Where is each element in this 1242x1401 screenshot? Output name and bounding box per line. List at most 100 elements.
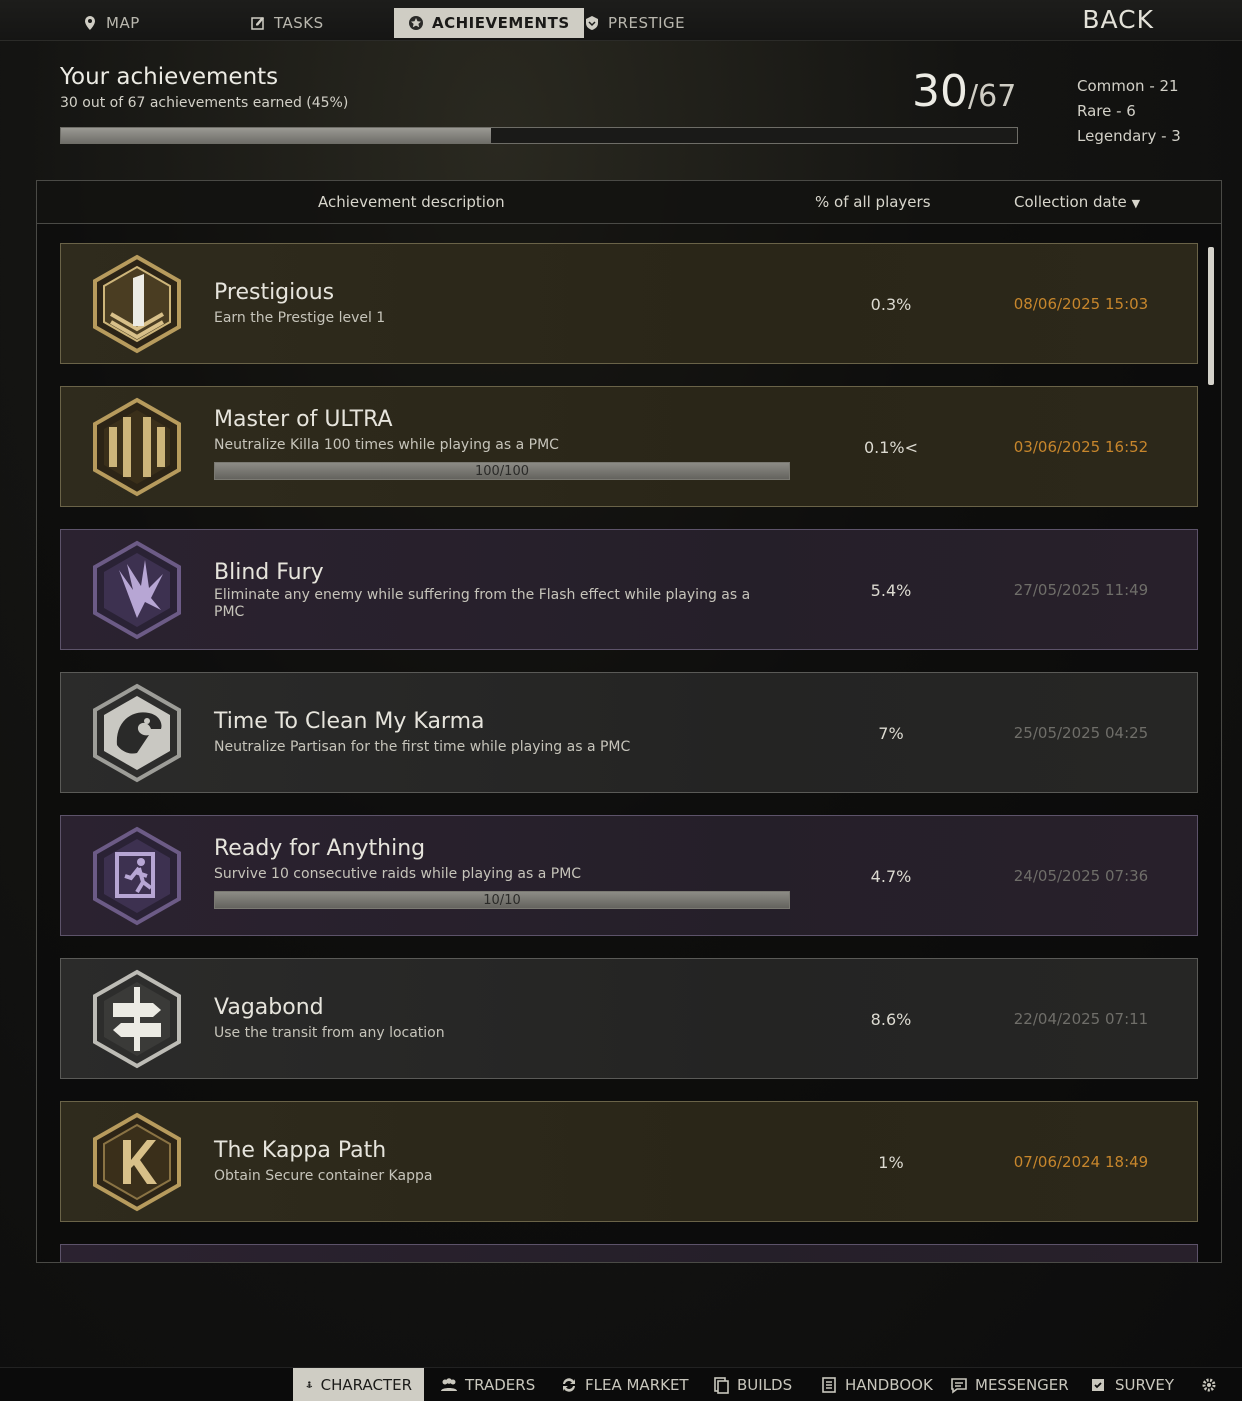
- achievement-description: Survive 10 consecutive raids while playi…: [214, 866, 582, 882]
- header-percent[interactable]: % of all players: [815, 193, 931, 211]
- achievement-row[interactable]: Time To Clean My Karma Neutralize Partis…: [60, 672, 1198, 793]
- header-description: Achievement description: [318, 193, 505, 211]
- traders-icon: [441, 1377, 457, 1391]
- achievement-row[interactable]: Vagabond Use the transit from any locati…: [60, 958, 1198, 1079]
- achievement-name: The Kappa Path: [214, 1138, 387, 1163]
- builds-icon: [714, 1376, 729, 1394]
- rarity-common: Common - 21: [1077, 77, 1179, 95]
- handbook-icon: [822, 1376, 836, 1393]
- achievements-progress-bar: [60, 127, 1018, 144]
- achievement-date: 22/04/2025 07:11: [1013, 1010, 1149, 1028]
- achievement-date: 08/06/2025 15:03: [1013, 295, 1149, 313]
- nav-label: SURVEY: [1115, 1375, 1175, 1394]
- tab-map[interactable]: MAP: [82, 8, 140, 38]
- gear-icon: [1202, 1378, 1216, 1391]
- rarity-legendary: Legendary - 3: [1077, 127, 1181, 145]
- achievement-row[interactable]: Prestigious Earn the Prestige level 1 0.…: [60, 243, 1198, 364]
- nav-label: HANDBOOK: [845, 1375, 933, 1394]
- nav-label: BUILDS: [737, 1375, 793, 1394]
- achievement-name: Master of ULTRA: [214, 407, 393, 432]
- exit-badge-icon: [93, 826, 181, 926]
- table-header: Achievement description % of all players…: [37, 181, 1221, 224]
- nav-label: MESSENGER: [975, 1375, 1069, 1394]
- prestige-level-1-badge-icon: [93, 254, 181, 354]
- progress-text: 10/10: [483, 893, 521, 908]
- kappa-badge-icon: [93, 1112, 181, 1212]
- achievement-name: Ready for Anything: [214, 836, 426, 861]
- flash-badge-icon: [93, 540, 181, 640]
- settings-button[interactable]: [1200, 1368, 1218, 1401]
- nav-label: FLEA MARKET: [585, 1375, 689, 1394]
- achievements-table: Achievement description % of all players…: [36, 180, 1222, 1263]
- back-button[interactable]: BACK: [1082, 5, 1154, 34]
- achievement-name: Prestigious: [214, 280, 335, 305]
- stripes-badge-icon: [93, 397, 181, 497]
- map-pin-icon: [85, 16, 95, 30]
- achievement-description: Earn the Prestige level 1: [214, 310, 386, 326]
- nav-character[interactable]: CHARACTER: [293, 1368, 424, 1401]
- nav-label: CHARACTER: [320, 1375, 412, 1394]
- achievement-row[interactable]: Ready for Anything Survive 10 consecutiv…: [60, 815, 1198, 936]
- achievement-date: 27/05/2025 11:49: [1013, 581, 1149, 599]
- tasks-icon: [251, 17, 264, 30]
- rarity-rare: Rare - 6: [1077, 102, 1136, 120]
- tab-label: TASKS: [274, 14, 324, 32]
- bottom-navigation: CHARACTER TRADERS FLEA MARKET BUILDS HAN…: [0, 1367, 1242, 1401]
- achievement-row[interactable]: Blind Fury Eliminate any enemy while suf…: [60, 529, 1198, 650]
- tab-label: PRESTIGE: [608, 14, 686, 32]
- chevron-down-icon: ▼: [1131, 197, 1141, 210]
- achievement-percent: 7%: [878, 724, 904, 743]
- tab-tasks[interactable]: TASKS: [250, 8, 324, 38]
- survey-icon: [1092, 1378, 1104, 1391]
- achievement-percent: 4.7%: [870, 867, 912, 886]
- achievement-percent: 1%: [878, 1153, 904, 1172]
- achievement-name: Blind Fury: [214, 560, 324, 585]
- earned-count: 30: [912, 66, 968, 117]
- achievements-progress-fill: [61, 128, 492, 143]
- achievement-description: Neutralize Partisan for the first time w…: [214, 739, 631, 755]
- top-navigation: MAP TASKS ACHIEVEMENTS PRESTIGE BACK: [0, 0, 1242, 41]
- nav-builds[interactable]: BUILDS: [712, 1368, 792, 1401]
- achievement-percent: 5.4%: [870, 581, 912, 600]
- nav-label: TRADERS: [465, 1375, 536, 1394]
- achievements-title: Your achievements: [60, 64, 279, 90]
- tab-label: ACHIEVEMENTS: [432, 14, 570, 32]
- tab-label: MAP: [106, 14, 140, 32]
- achievement-name: Time To Clean My Karma: [214, 709, 485, 734]
- achievement-date: 25/05/2025 04:25: [1013, 724, 1149, 742]
- total-count: /67: [968, 79, 1017, 114]
- character-icon: [306, 1380, 313, 1388]
- achievement-description: Neutralize Killa 100 times while playing…: [214, 437, 559, 453]
- progress-text: 100/100: [474, 464, 529, 479]
- achievement-description: Obtain Secure container Kappa: [214, 1168, 433, 1184]
- nav-messenger[interactable]: MESSENGER: [950, 1368, 1069, 1401]
- achievement-progress-bar: 10/10: [214, 891, 790, 909]
- nav-survey[interactable]: SURVEY: [1090, 1368, 1174, 1401]
- achievement-date: 24/05/2025 07:36: [1013, 867, 1149, 885]
- achievement-percent: 0.3%: [870, 295, 912, 314]
- tab-prestige[interactable]: PRESTIGE: [584, 8, 685, 38]
- header-date-label: Collection date: [1014, 193, 1127, 211]
- achievement-progress-bar: 100/100: [214, 462, 790, 480]
- achievement-percent: 0.1%<: [863, 438, 919, 457]
- nav-flea-market[interactable]: FLEA MARKET: [560, 1368, 689, 1401]
- achievement-row[interactable]: The Kappa Path Obtain Secure container K…: [60, 1101, 1198, 1222]
- achievement-icon: [409, 16, 423, 30]
- scrollbar-thumb[interactable]: [1208, 247, 1214, 385]
- achievement-row-partial[interactable]: [60, 1244, 1198, 1262]
- achievements-subtitle: 30 out of 67 achievements earned (45%): [60, 95, 349, 111]
- achievement-description: Eliminate any enemy while suffering from…: [214, 587, 751, 620]
- flea-market-icon: [563, 1377, 575, 1392]
- prestige-icon: [586, 16, 598, 30]
- nav-traders[interactable]: TRADERS: [440, 1368, 535, 1401]
- achievements-count: 30/67: [912, 66, 1016, 117]
- messenger-icon: [951, 1377, 967, 1394]
- achievement-row[interactable]: Master of ULTRA Neutralize Killa 100 tim…: [60, 386, 1198, 507]
- tab-achievements[interactable]: ACHIEVEMENTS: [394, 8, 584, 38]
- header-collection-date[interactable]: Collection date ▼: [1014, 193, 1140, 211]
- achievement-percent: 8.6%: [870, 1010, 912, 1029]
- achievement-date: 03/06/2025 16:52: [1013, 438, 1149, 456]
- signpost-badge-icon: [93, 969, 181, 1069]
- achievement-name: Vagabond: [214, 995, 324, 1020]
- nav-handbook[interactable]: HANDBOOK: [820, 1368, 933, 1401]
